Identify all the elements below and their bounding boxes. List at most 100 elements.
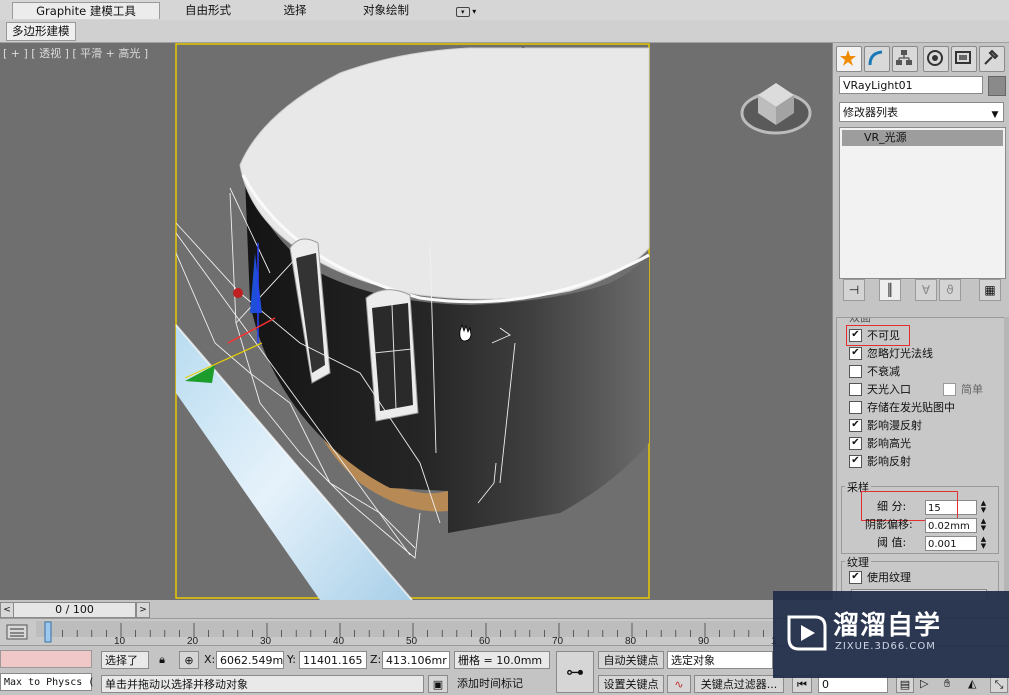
modifier-stack[interactable]: VR_光源 [839, 127, 1006, 279]
option-ignore-light-normals[interactable]: ✔ 忽略灯光法线 [849, 346, 933, 362]
time-tag-icon[interactable]: ▣ [428, 675, 448, 693]
option-store-irradiance[interactable]: 存储在发光贴图中 [849, 400, 955, 416]
absolute-mode-icon[interactable]: ⊕ [179, 651, 199, 669]
checkbox-ignore-light-normals[interactable]: ✔ [849, 346, 862, 360]
display-tab[interactable] [951, 46, 977, 72]
time-slider-next-button[interactable]: > [136, 602, 150, 618]
shadow-bias-spinner[interactable]: ▲ ▼ [979, 518, 988, 533]
selection-count: 选择了 [101, 651, 149, 669]
ribbon-options-dropdown[interactable]: ▾ ▾ [452, 2, 480, 18]
z-label: Z: [370, 653, 382, 666]
motion-tab[interactable] [923, 46, 949, 72]
watermark-title: 溜溜自学 [833, 611, 942, 641]
hierarchy-icon [896, 50, 912, 65]
set-key-big-icon[interactable]: ⊶ [556, 651, 594, 693]
maxscript-listener-pink[interactable] [0, 650, 92, 668]
stack-toolbar: ⊣ ║ ∀ ϑ ▦ [839, 279, 1004, 301]
chevron-down-icon: ▼ [991, 110, 999, 120]
ruler-background [36, 621, 776, 637]
ribbon-tab-freeform[interactable]: 自由形式 [170, 2, 246, 18]
key-filters-button[interactable]: 关键点过滤器... [694, 675, 784, 693]
grid-size-display: 栅格 = 10.0mm [454, 651, 550, 669]
threshold-spinner[interactable]: ▲ ▼ [979, 536, 988, 551]
option-affect-diffuse[interactable]: ✔ 影响漫反射 [849, 418, 922, 434]
configure-modifier-sets-icon[interactable]: ▦ [979, 279, 1001, 301]
texture-title: 纹理 [845, 554, 871, 570]
ribbon-tab-object-paint[interactable]: 对象绘制 [348, 2, 424, 18]
y-label: Y: [287, 653, 296, 666]
modify-tab[interactable] [864, 46, 890, 72]
shadow-bias-label: 阴影偏移: [865, 518, 913, 531]
checkbox-store-irradiance[interactable] [849, 400, 862, 414]
current-frame-marker [44, 621, 52, 643]
selection-set-dropdown[interactable]: 选定对象 [667, 651, 773, 669]
watermark-logo-icon [787, 615, 827, 651]
highlight-invisible [846, 325, 910, 346]
ribbon: Graphite 建模工具 自由形式 选择 对象绘制 ▾ ▾ [0, 0, 1009, 21]
auto-key-button[interactable]: 自动关键点 [598, 651, 664, 669]
object-name-field[interactable]: VRayLight01 [839, 76, 983, 94]
set-key-button[interactable]: 设置关键点 [598, 675, 664, 693]
option-use-texture[interactable]: ✔ 使用纹理 [849, 570, 911, 586]
utilities-tab[interactable] [979, 46, 1005, 72]
lock-icon[interactable]: 🔒︎ [154, 651, 170, 669]
time-slider-thumb[interactable]: 0 / 100 [13, 602, 136, 618]
ribbon-subbar: 多边形建模 [0, 20, 1009, 43]
create-tab[interactable] [836, 46, 862, 72]
make-unique-icon[interactable]: ∀ [915, 279, 937, 301]
x-label: X: [204, 653, 216, 666]
checkbox-use-texture[interactable]: ✔ [849, 570, 862, 584]
dropdown-icon: ▾ [455, 7, 470, 17]
command-panel-scrollbar[interactable] [1004, 317, 1009, 600]
modify-icon [868, 50, 883, 66]
y-coordinate-field[interactable]: 11401.165 [299, 651, 367, 669]
threshold-label: 阈 值: [877, 536, 907, 549]
checkbox-affect-reflections[interactable]: ✔ [849, 454, 862, 468]
show-end-result-icon[interactable]: ║ [879, 279, 901, 301]
threshold-field[interactable]: 0.001 [925, 536, 977, 551]
viewport-scene [175, 43, 812, 600]
checkbox-skylight-portal[interactable] [849, 382, 862, 396]
watermark-subtitle: ZIXUE.3D66.COM [835, 641, 936, 652]
perspective-viewport[interactable]: [ + ] [ 透视 ] [ 平滑 + 高光 ] [0, 43, 832, 600]
viewcube-icon [740, 83, 812, 135]
option-simple[interactable]: 简单 [943, 382, 983, 398]
viewport-label[interactable]: [ + ] [ 透视 ] [ 平滑 + 高光 ] [3, 45, 148, 61]
option-skylight-portal[interactable]: 天光入口 [849, 382, 911, 398]
vraylight-parameters-rollout: 双面 ✔ 不可见 ✔ 忽略灯光法线 不衰减 天光入口 简单 存储在发光贴图中 ✔ 影响… [836, 317, 1006, 602]
prompt-line: 单击并拖动以选择并移动对象 [101, 675, 424, 693]
display-icon [955, 51, 971, 64]
checkbox-simple[interactable] [943, 382, 956, 396]
remove-modifier-icon[interactable]: ϑ [939, 279, 961, 301]
option-no-decay[interactable]: 不衰减 [849, 364, 900, 380]
option-affect-specular[interactable]: ✔ 影响高光 [849, 436, 911, 452]
modifier-list-dropdown[interactable]: 修改器列表 ▼ [839, 102, 1004, 122]
object-color-swatch[interactable] [988, 76, 1006, 96]
timeline-ruler[interactable]: 102030405060708090100 [36, 619, 776, 646]
create-icon [840, 50, 856, 66]
command-panel: VRayLight01 修改器列表 ▼ VR_光源 ⊣ ║ ∀ ϑ ▦ 双面 ✔… [832, 43, 1009, 602]
ribbon-tab-selection[interactable]: 选择 [272, 2, 318, 18]
motion-icon [927, 50, 943, 66]
ribbon-tab-graphite[interactable]: Graphite 建模工具 [12, 2, 160, 19]
checkbox-affect-specular[interactable]: ✔ [849, 436, 862, 450]
pin-stack-icon[interactable]: ⊣ [843, 279, 865, 301]
time-slider-prev-button[interactable]: < [0, 602, 14, 618]
utilities-icon [984, 49, 999, 65]
modifier-list-label: 修改器列表 [843, 106, 898, 119]
checkbox-no-decay[interactable] [849, 364, 862, 378]
subdivs-spinner[interactable]: ▲ ▼ [979, 500, 988, 515]
x-coordinate-field[interactable]: 6062.549m [216, 651, 284, 669]
add-time-tag-button[interactable]: 添加时间标记 [454, 675, 550, 693]
hierarchy-tab[interactable] [892, 46, 918, 72]
watermark-overlay: 溜溜自学 ZIXUE.3D66.COM [773, 591, 1009, 678]
shadow-bias-field[interactable]: 0.02mm [925, 518, 977, 533]
checkbox-affect-diffuse[interactable]: ✔ [849, 418, 862, 432]
curve-editor-icon[interactable] [6, 623, 28, 641]
option-affect-reflections[interactable]: ✔ 影响反射 [849, 454, 911, 470]
key-mode-icon[interactable]: ∿ [667, 675, 691, 693]
z-coordinate-field[interactable]: 413.106mr [382, 651, 450, 669]
ribbon-subtab-poly-modeling[interactable]: 多边形建模 [6, 22, 76, 41]
maxscript-listener-line[interactable]: Max to Physcs ( [0, 673, 94, 691]
stack-item-vr-light[interactable]: VR_光源 [842, 130, 1003, 146]
